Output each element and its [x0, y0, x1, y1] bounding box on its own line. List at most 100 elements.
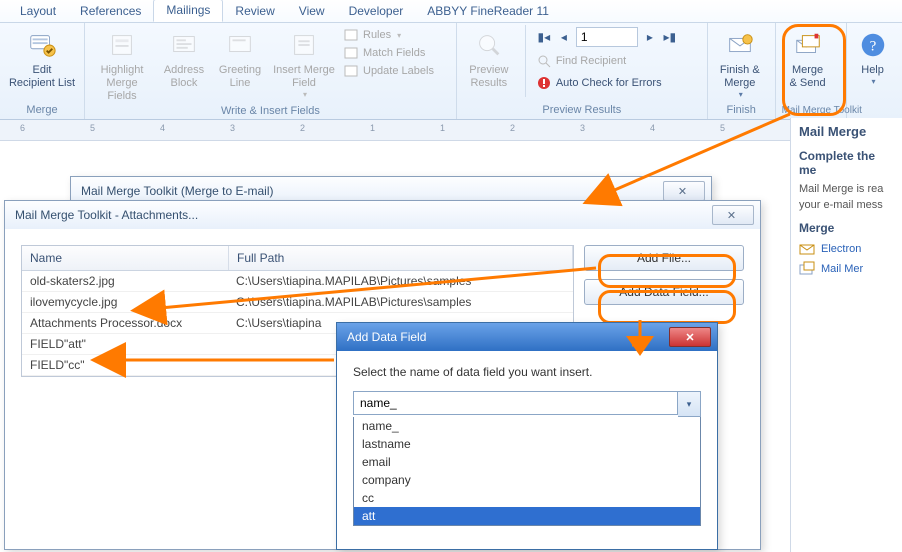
col-header-name[interactable]: Name — [22, 246, 229, 270]
dropdown-option[interactable]: lastname — [354, 435, 700, 453]
cell-path: C:\Users\tiapina.MAPILAB\Pictures\sample… — [228, 292, 573, 312]
dlg2-title: Mail Merge Toolkit - Attachments... — [15, 208, 198, 222]
cell-name: Attachments Processor.docx — [22, 313, 228, 333]
mail-merge-task-pane: Mail Merge Complete the me Mail Merge is… — [790, 118, 902, 552]
insert-field-icon — [288, 29, 320, 61]
address-label: Address Block — [164, 64, 204, 90]
cell-name: FIELD"att" — [22, 334, 228, 354]
horizontal-ruler: 6 5 4 3 2 1 1 2 3 4 5 — [0, 120, 878, 140]
tab-developer[interactable]: Developer — [337, 1, 416, 22]
col-header-path[interactable]: Full Path — [229, 246, 573, 270]
taskpane-heading: Complete the me — [799, 149, 894, 177]
envelope-icon — [799, 241, 815, 257]
data-field-combo-input[interactable] — [353, 391, 678, 415]
find-recipient-button: Find Recipient — [536, 53, 678, 69]
dlg3-title: Add Data Field — [347, 330, 426, 344]
update-labels-button: Update Labels — [343, 63, 434, 79]
ruler-mark: 1 — [370, 123, 375, 133]
dropdown-option[interactable]: att — [354, 507, 700, 525]
preview-results-button: Preview Results — [463, 25, 515, 90]
recipients-icon — [26, 29, 58, 61]
taskpane-para2: your e-mail mess — [799, 199, 894, 211]
group-write-label: Write & Insert Fields — [91, 103, 450, 120]
ruler-mark: 4 — [160, 123, 165, 133]
rules-menu: Rules▾ — [343, 27, 434, 43]
add-file-button[interactable]: Add File... — [584, 245, 744, 271]
taskpane-link-electronic[interactable]: Electron — [799, 241, 894, 257]
highlight-merge-fields-button: Highlight Merge Fields — [91, 25, 153, 103]
ruler-mark: 4 — [650, 123, 655, 133]
address-block-button: Address Block — [159, 25, 209, 90]
finish-icon — [724, 29, 756, 61]
dlg3-prompt: Select the name of data field you want i… — [353, 365, 701, 379]
tab-mailings[interactable]: Mailings — [153, 0, 223, 22]
edit-recipient-label: Edit Recipient List — [9, 64, 75, 90]
preview-label: Preview Results — [469, 64, 508, 90]
table-row[interactable]: ilovemycycle.jpgC:\Users\tiapina.MAPILAB… — [22, 292, 573, 313]
data-field-dropdown-list: name_lastnameemailcompanyccatt — [353, 417, 701, 526]
highlight-label: Highlight Merge Fields — [91, 64, 153, 103]
dropdown-option[interactable]: name_ — [354, 417, 700, 435]
next-record-button[interactable]: ▸ — [642, 29, 658, 45]
dlg2-close-button[interactable]: ✕ — [712, 205, 754, 225]
ruler-mark: 3 — [230, 123, 235, 133]
help-icon: ? — [857, 29, 889, 61]
ruler-mark: 1 — [440, 123, 445, 133]
ruler-mark: 2 — [300, 123, 305, 133]
combo-dropdown-button[interactable]: ▾ — [678, 391, 701, 417]
tab-review[interactable]: Review — [223, 1, 286, 22]
tab-abbyy[interactable]: ABBYY FineReader 11 — [415, 1, 561, 22]
table-row[interactable]: old-skaters2.jpgC:\Users\tiapina.MAPILAB… — [22, 271, 573, 292]
ruler-mark: 3 — [580, 123, 585, 133]
dlg1-close-button[interactable]: ✕ — [663, 181, 705, 201]
taskpane-title: Mail Merge — [799, 124, 894, 139]
dropdown-option[interactable]: company — [354, 471, 700, 489]
finish-label: Finish & Merge — [720, 64, 760, 90]
tab-layout[interactable]: Layout — [8, 1, 68, 22]
cell-name: ilovemycycle.jpg — [22, 292, 228, 312]
ruler-mark: 5 — [90, 123, 95, 133]
add-data-field-button[interactable]: Add Data Field... — [584, 279, 744, 305]
ruler-mark: 5 — [720, 123, 725, 133]
address-icon — [168, 29, 200, 61]
ribbon: Edit Recipient List Merge Highlight Merg… — [0, 23, 902, 120]
dropdown-option[interactable]: email — [354, 453, 700, 471]
highlight-icon — [106, 29, 138, 61]
insert-merge-field-button: Insert Merge Field▾ — [271, 25, 337, 99]
auto-check-errors-button[interactable]: Auto Check for Errors — [536, 75, 678, 91]
dlg3-close-button[interactable]: ✕ — [669, 327, 711, 347]
edit-recipient-list-button[interactable]: Edit Recipient List — [6, 25, 78, 90]
toolkit-icon — [799, 261, 815, 277]
help-button[interactable]: ? Help▾ — [853, 25, 893, 86]
taskpane-para1: Mail Merge is rea — [799, 183, 894, 195]
record-number-input[interactable] — [576, 27, 638, 47]
tab-view[interactable]: View — [287, 1, 337, 22]
group-merge-label: Merge — [6, 102, 78, 119]
match-fields-button: Match Fields — [343, 45, 434, 61]
group-preview-label: Preview Results — [463, 102, 701, 119]
ruler-mark: 2 — [510, 123, 515, 133]
last-record-button[interactable]: ▸▮ — [662, 29, 678, 45]
svg-text:?: ? — [869, 39, 876, 55]
dropdown-option[interactable]: cc — [354, 489, 700, 507]
ruler-row: 6 5 4 3 2 1 1 2 3 4 5 — [0, 120, 902, 141]
taskpane-link-mail-merge-toolkit[interactable]: Mail Mer — [799, 261, 894, 277]
preview-icon — [473, 29, 505, 61]
greeting-line-button: Greeting Line — [215, 25, 265, 90]
first-record-button[interactable]: ▮◂ — [536, 29, 552, 45]
cell-path: C:\Users\tiapina.MAPILAB\Pictures\sample… — [228, 271, 573, 291]
finish-merge-button[interactable]: Finish & Merge▾ — [714, 25, 766, 99]
help-label: Help — [861, 64, 884, 77]
dlg1-title: Mail Merge Toolkit (Merge to E-mail) — [81, 184, 274, 198]
greeting-icon — [224, 29, 256, 61]
taskpane-section-merge: Merge — [799, 221, 894, 235]
highlight-merge-send — [782, 24, 846, 116]
insert-field-label: Insert Merge Field — [273, 64, 335, 90]
add-data-field-dialog: Add Data Field ✕ Select the name of data… — [336, 322, 718, 550]
cell-name: FIELD"cc" — [22, 355, 228, 375]
prev-record-button[interactable]: ◂ — [556, 29, 572, 45]
ruler-mark: 6 — [20, 123, 25, 133]
tab-references[interactable]: References — [68, 1, 153, 22]
record-navigator: ▮◂ ◂ ▸ ▸▮ — [536, 27, 678, 47]
cell-name: old-skaters2.jpg — [22, 271, 228, 291]
